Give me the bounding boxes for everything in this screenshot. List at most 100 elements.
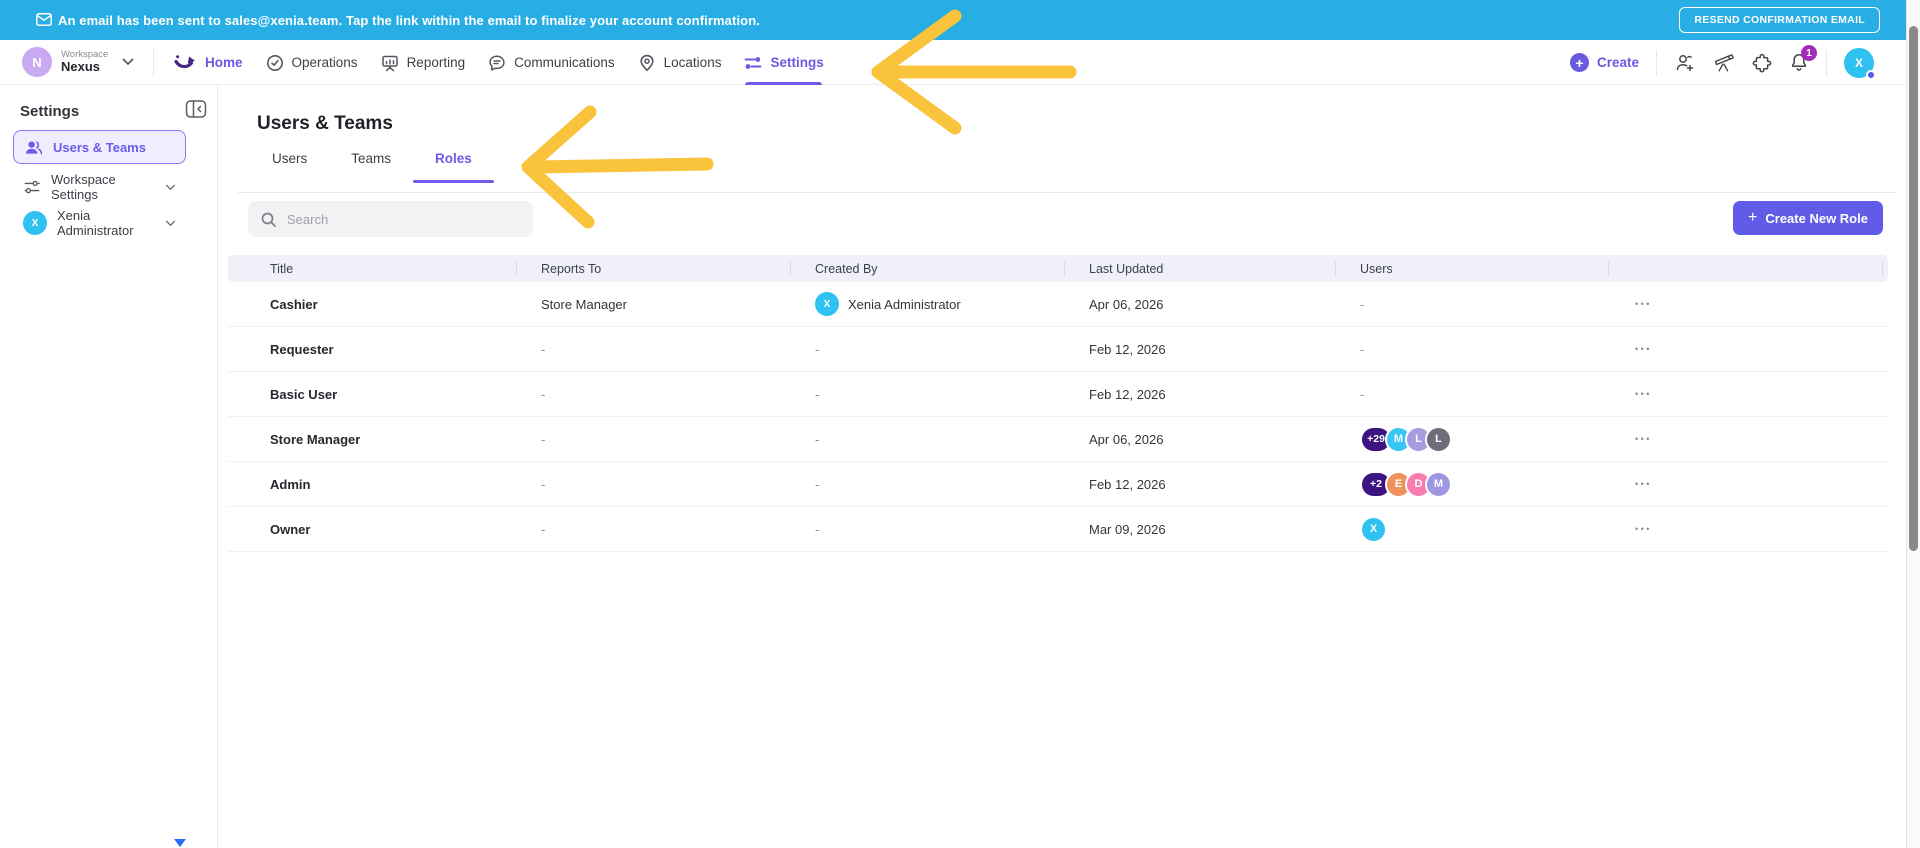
sidebar-item-workspace-settings[interactable]: Workspace Settings bbox=[13, 170, 186, 204]
row-actions-ellipsis-icon[interactable]: ••• bbox=[1633, 428, 1654, 450]
cell-title: Owner bbox=[228, 522, 516, 537]
nav-item-operations[interactable]: Operations bbox=[265, 40, 358, 85]
sidebar-item-users-teams[interactable]: Users & Teams bbox=[13, 130, 186, 164]
created-by-value: - bbox=[815, 521, 820, 537]
column-header-reports-to[interactable]: Reports To bbox=[516, 255, 790, 282]
cell-actions: ••• bbox=[1608, 473, 1888, 495]
sidebar-item-label: Users & Teams bbox=[53, 139, 146, 155]
nav-item-reporting[interactable]: Reporting bbox=[380, 40, 466, 85]
table-row[interactable]: Owner - - Mar 09, 2026 X ••• bbox=[228, 507, 1888, 552]
cell-reports-to: - bbox=[516, 342, 790, 357]
cell-actions: ••• bbox=[1608, 293, 1888, 315]
main-navigation: Home Operations Reporting Communications… bbox=[173, 40, 824, 85]
cell-created-by: X Xenia Administrator bbox=[790, 292, 1064, 316]
table-row[interactable]: Admin - - Feb 12, 2026 +2 E D M ••• bbox=[228, 462, 1888, 507]
row-actions-ellipsis-icon[interactable]: ••• bbox=[1633, 383, 1654, 405]
created-by-name: Xenia Administrator bbox=[848, 296, 961, 312]
tab-teams[interactable]: Teams bbox=[351, 151, 391, 183]
users-teams-tabs: Users Teams Roles bbox=[272, 151, 494, 183]
column-header-title[interactable]: Title bbox=[228, 255, 516, 282]
sliders-icon bbox=[23, 178, 41, 196]
role-title: Requester bbox=[270, 341, 334, 357]
reports-to-value: - bbox=[541, 431, 546, 447]
user-avatar: X bbox=[23, 211, 47, 235]
map-pin-icon bbox=[637, 53, 657, 73]
users-icon bbox=[24, 139, 43, 156]
role-title: Cashier bbox=[270, 296, 318, 312]
reports-to-value: Store Manager bbox=[541, 296, 627, 312]
divider bbox=[1826, 49, 1827, 76]
roles-table: Title Reports To Created By Last Updated… bbox=[228, 255, 1888, 552]
reports-to-value: - bbox=[541, 386, 546, 402]
row-actions-ellipsis-icon[interactable]: ••• bbox=[1633, 518, 1654, 540]
table-row[interactable]: Basic User - - Feb 12, 2026 - ••• bbox=[228, 372, 1888, 417]
column-header-users[interactable]: Users bbox=[1335, 255, 1608, 282]
search-input[interactable] bbox=[287, 211, 521, 227]
users-empty-value: - bbox=[1360, 386, 1365, 402]
users-empty-value: - bbox=[1360, 296, 1365, 312]
table-row[interactable]: Store Manager - - Apr 06, 2026 +29 M L L ••• bbox=[228, 417, 1888, 462]
puzzle-icon[interactable] bbox=[1752, 53, 1772, 73]
user-avatar[interactable]: X bbox=[1844, 47, 1876, 80]
member-avatar: L bbox=[1425, 425, 1452, 453]
row-actions-ellipsis-icon[interactable]: ••• bbox=[1633, 473, 1654, 495]
role-title: Basic User bbox=[270, 386, 338, 402]
cell-last-updated: Feb 12, 2026 bbox=[1064, 477, 1335, 492]
notifications-bell-icon[interactable]: 1 bbox=[1789, 45, 1817, 73]
cell-created-by: - bbox=[790, 342, 1064, 357]
divider bbox=[153, 49, 154, 76]
create-button[interactable]: + Create bbox=[1569, 53, 1639, 72]
nav-item-label: Reporting bbox=[406, 55, 466, 70]
tabs-divider bbox=[238, 192, 1896, 193]
invite-user-icon[interactable] bbox=[1674, 53, 1696, 73]
nav-item-communications[interactable]: Communications bbox=[487, 40, 615, 85]
row-actions-ellipsis-icon[interactable]: ••• bbox=[1633, 338, 1654, 360]
member-avatar: M bbox=[1425, 470, 1452, 498]
sidebar-item-xenia-administrator[interactable]: X Xenia Administrator bbox=[13, 206, 186, 240]
sidebar-item-label: Workspace Settings bbox=[51, 172, 116, 202]
table-row[interactable]: Cashier Store Manager X Xenia Administrator… bbox=[228, 282, 1888, 327]
nav-item-label: Home bbox=[205, 55, 243, 70]
cell-title: Cashier bbox=[228, 297, 516, 312]
create-new-role-button[interactable]: + Create New Role bbox=[1733, 201, 1883, 235]
column-header-last-updated[interactable]: Last Updated bbox=[1064, 255, 1335, 282]
plus-icon: + bbox=[1569, 53, 1589, 72]
status-dot bbox=[1866, 69, 1876, 80]
workspace-switcher[interactable]: N Workspace Nexus bbox=[22, 47, 134, 77]
tab-users[interactable]: Users bbox=[272, 151, 307, 183]
last-updated-value: Feb 12, 2026 bbox=[1089, 341, 1166, 357]
cell-actions: ••• bbox=[1608, 383, 1888, 405]
created-by-value: - bbox=[815, 431, 820, 447]
last-updated-value: Apr 06, 2026 bbox=[1089, 296, 1164, 312]
created-by-value: - bbox=[815, 341, 820, 357]
sliders-icon bbox=[743, 53, 763, 73]
last-updated-value: Apr 06, 2026 bbox=[1089, 431, 1164, 447]
create-new-role-label: Create New Role bbox=[1765, 210, 1868, 226]
page-title: Users & Teams bbox=[257, 113, 393, 134]
table-row[interactable]: Requester - - Feb 12, 2026 - ••• bbox=[228, 327, 1888, 372]
nav-item-home[interactable]: Home bbox=[173, 40, 243, 85]
cell-last-updated: Apr 06, 2026 bbox=[1064, 297, 1335, 312]
tab-roles[interactable]: Roles bbox=[413, 151, 494, 183]
scrollbar-thumb[interactable] bbox=[1909, 26, 1918, 551]
nav-item-settings[interactable]: Settings bbox=[743, 40, 824, 85]
telescope-icon[interactable] bbox=[1713, 53, 1735, 73]
cell-created-by: - bbox=[790, 387, 1064, 402]
collapse-sidebar-icon[interactable] bbox=[185, 99, 207, 119]
cell-actions: ••• bbox=[1608, 338, 1888, 360]
column-header-created-by[interactable]: Created By bbox=[790, 255, 1064, 282]
scrollbar bbox=[1906, 0, 1920, 848]
nav-item-label: Operations bbox=[291, 55, 358, 70]
row-actions-ellipsis-icon[interactable]: ••• bbox=[1633, 293, 1654, 315]
roles-annotation-arrow bbox=[521, 105, 714, 229]
nav-item-locations[interactable]: Locations bbox=[637, 40, 721, 85]
workspace-avatar: N bbox=[22, 47, 52, 77]
cell-last-updated: Apr 06, 2026 bbox=[1064, 432, 1335, 447]
created-by-avatar: X bbox=[815, 292, 839, 316]
confirmation-banner: An email has been sent to sales@xenia.te… bbox=[0, 0, 1920, 40]
cell-created-by: - bbox=[790, 432, 1064, 447]
resend-confirmation-email-button[interactable]: RESEND CONFIRMATION EMAIL bbox=[1679, 7, 1880, 33]
user-avatar-initial: X bbox=[1854, 55, 1863, 70]
cell-users: +29 M L L bbox=[1335, 425, 1608, 453]
search-box bbox=[248, 201, 533, 237]
